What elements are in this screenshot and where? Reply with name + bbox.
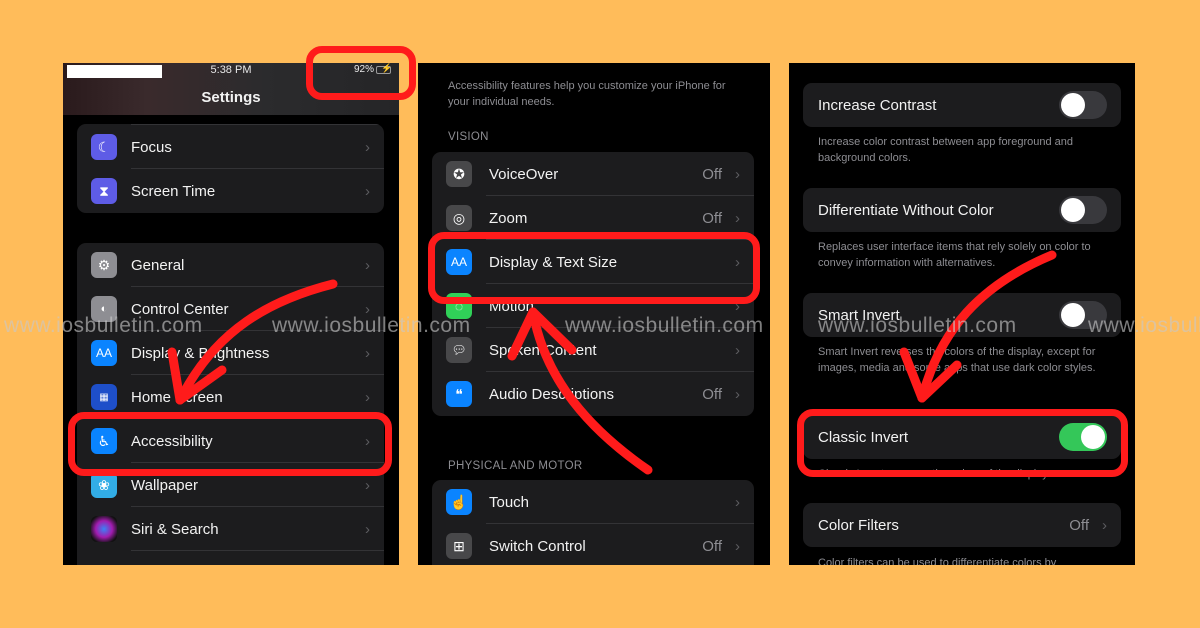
watermark: www.iosbulletin.com [1088,314,1200,337]
watermark: www.iosbulletin.com [565,314,764,337]
watermark: www.iosbulletin.com [272,314,471,337]
watermark: www.iosbulletin.com [4,314,203,337]
arrow-head-classic-invert-1 [899,347,927,403]
arrow-head-accessibility-1 [167,347,185,405]
arrow-head-display-text-1 [507,307,538,361]
watermark: www.iosbulletin.com [818,314,1017,337]
